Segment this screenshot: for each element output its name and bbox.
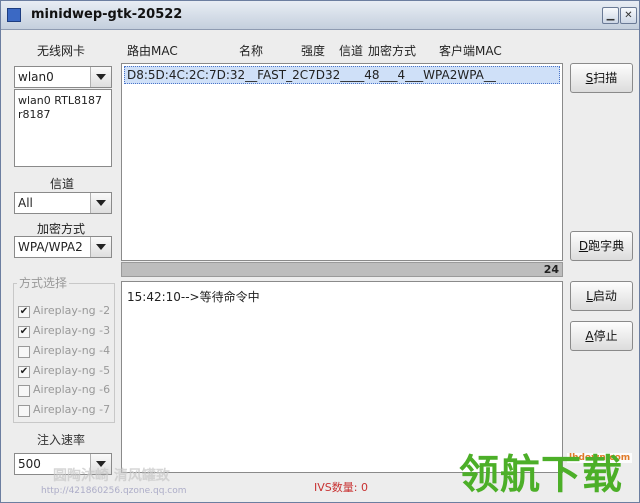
checkbox-checked-icon[interactable]: ✔ — [18, 306, 30, 318]
nic-info-line: wlan0 RTL8187 — [18, 94, 102, 107]
rate-select-value: 500 — [18, 457, 41, 471]
channel-select-value: All — [18, 196, 33, 210]
brand-logo: 领航下载 — [459, 452, 623, 498]
scan-button[interactable]: S扫描 — [570, 63, 633, 93]
chevron-down-icon — [96, 200, 106, 206]
nic-select-value: wlan0 — [18, 70, 54, 84]
close-icon: ✕ — [624, 10, 633, 21]
chevron-down-icon — [96, 244, 106, 250]
start-button-label: 启动 — [592, 289, 617, 303]
app-window: minidwep-gtk-20522 ▁ ✕ 无线网卡 wlan0 wlan0 … — [0, 0, 640, 503]
mode-label: Aireplay-ng -7 — [33, 403, 111, 416]
log-output[interactable]: 15:42:10-->等待命令中 — [121, 281, 563, 473]
nic-label: 无线网卡 — [37, 44, 86, 58]
column-header-channel[interactable]: 信道 — [339, 42, 363, 59]
nic-info-line: r8187 — [18, 108, 51, 121]
dictionary-button[interactable]: D跑字典 — [570, 231, 633, 261]
close-button[interactable]: ✕ — [620, 7, 637, 24]
table-row[interactable]: D8:5D:4C:2C:7D:32__FAST_2C7D32____48___4… — [124, 66, 560, 84]
checkbox-unchecked-icon[interactable] — [18, 405, 30, 417]
checkbox-checked-icon[interactable]: ✔ — [18, 326, 30, 338]
start-button[interactable]: L启动 — [570, 281, 633, 311]
channel-select[interactable]: All — [14, 192, 112, 214]
shortcut-key: A — [585, 329, 594, 343]
dropdown-button[interactable] — [90, 67, 111, 87]
minimize-icon: ▁ — [606, 10, 615, 21]
column-header-encryption[interactable]: 加密方式 — [368, 42, 416, 59]
mode-label: Aireplay-ng -4 — [33, 344, 111, 357]
shortcut-key: L — [586, 289, 593, 303]
rate-label: 注入速率 — [37, 433, 86, 447]
window-title: minidwep-gtk-20522 — [31, 7, 183, 22]
minimize-button[interactable]: ▁ — [602, 7, 619, 24]
table-row-text: D8:5D:4C:2C:7D:32__FAST_2C7D32____48___4… — [127, 68, 496, 82]
nic-select[interactable]: wlan0 — [14, 66, 112, 88]
mode-label: Aireplay-ng -5 — [33, 364, 111, 377]
mode-label: Aireplay-ng -2 — [33, 304, 111, 317]
ivs-count: IVS数量: 0 — [314, 481, 368, 494]
column-header-client-mac[interactable]: 客户端MAC — [439, 42, 502, 59]
encryption-label: 加密方式 — [37, 222, 86, 236]
dropdown-button[interactable] — [90, 237, 111, 257]
stop-button[interactable]: A停止 — [570, 321, 633, 351]
column-header-name[interactable]: 名称 — [239, 42, 263, 59]
checkbox-unchecked-icon[interactable] — [18, 346, 30, 358]
scan-button-label: 扫描 — [593, 71, 618, 85]
nic-info-box: wlan0 RTL8187 r8187 — [14, 89, 112, 167]
mode-label: Aireplay-ng -3 — [33, 324, 111, 337]
dictionary-button-label: 跑字典 — [588, 239, 625, 253]
checkbox-unchecked-icon[interactable] — [18, 385, 30, 397]
encryption-select-value: WPA/WPA2 — [18, 240, 83, 254]
watermark-text: 圆陶沐崎 清风罐致 — [53, 468, 170, 484]
column-header-mac[interactable]: 路由MAC — [127, 42, 178, 59]
chevron-down-icon — [96, 74, 106, 80]
progress-bar: 24 — [121, 262, 563, 277]
checkbox-checked-icon[interactable]: ✔ — [18, 366, 30, 378]
encryption-select[interactable]: WPA/WPA2 — [14, 236, 112, 258]
progress-value: 24 — [543, 263, 559, 276]
watermark-url: http://421860256.qzone.qq.com — [41, 486, 187, 496]
dropdown-button[interactable] — [90, 193, 111, 213]
shortcut-key: D — [578, 239, 589, 253]
app-icon — [7, 8, 21, 22]
column-header-strength[interactable]: 强度 — [301, 42, 325, 59]
channel-label: 信道 — [50, 177, 75, 191]
log-line: 15:42:10-->等待命令中 — [127, 290, 260, 304]
title-bar[interactable]: minidwep-gtk-20522 ▁ ✕ — [1, 1, 639, 30]
ap-list[interactable]: D8:5D:4C:2C:7D:32__FAST_2C7D32____48___4… — [121, 63, 563, 261]
stop-button-label: 停止 — [593, 329, 618, 343]
mode-label: Aireplay-ng -6 — [33, 383, 111, 396]
mode-group-title: 方式选择 — [17, 274, 70, 291]
